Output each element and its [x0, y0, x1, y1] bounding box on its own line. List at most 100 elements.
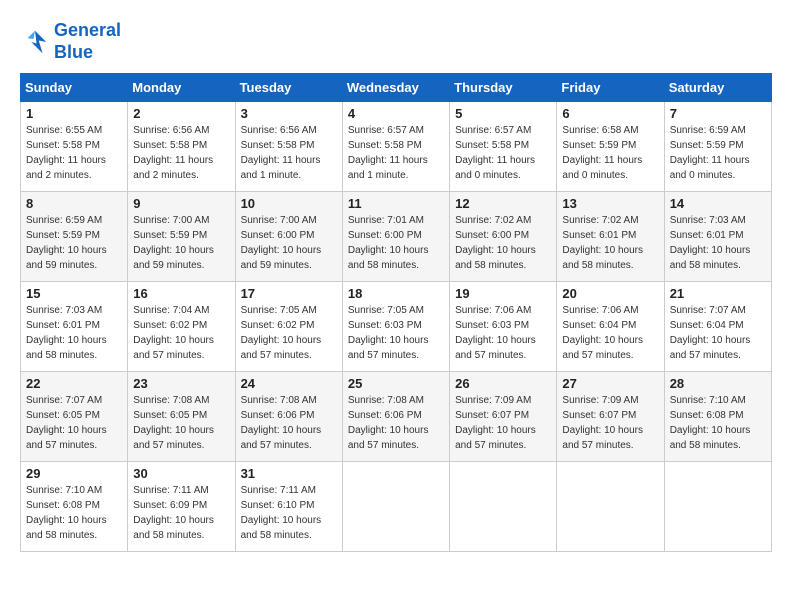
weekday-header: Wednesday: [342, 74, 449, 102]
day-number: 26: [455, 376, 551, 391]
calendar-day-cell: 31 Sunrise: 7:11 AM Sunset: 6:10 PM Dayl…: [235, 462, 342, 552]
calendar-day-cell: 12 Sunrise: 7:02 AM Sunset: 6:00 PM Dayl…: [450, 192, 557, 282]
calendar-day-cell: 13 Sunrise: 7:02 AM Sunset: 6:01 PM Dayl…: [557, 192, 664, 282]
calendar-day-cell: 3 Sunrise: 6:56 AM Sunset: 5:58 PM Dayli…: [235, 102, 342, 192]
calendar-day-cell: 14 Sunrise: 7:03 AM Sunset: 6:01 PM Dayl…: [664, 192, 771, 282]
day-number: 16: [133, 286, 229, 301]
weekday-header: Thursday: [450, 74, 557, 102]
calendar-day-cell: 4 Sunrise: 6:57 AM Sunset: 5:58 PM Dayli…: [342, 102, 449, 192]
day-info: Sunrise: 6:59 AM Sunset: 5:59 PM Dayligh…: [670, 123, 766, 183]
page-header: General Blue: [20, 20, 772, 63]
day-info: Sunrise: 6:59 AM Sunset: 5:59 PM Dayligh…: [26, 213, 122, 273]
calendar-day-cell: 9 Sunrise: 7:00 AM Sunset: 5:59 PM Dayli…: [128, 192, 235, 282]
weekday-header: Monday: [128, 74, 235, 102]
day-info: Sunrise: 6:58 AM Sunset: 5:59 PM Dayligh…: [562, 123, 658, 183]
day-info: Sunrise: 7:03 AM Sunset: 6:01 PM Dayligh…: [670, 213, 766, 273]
calendar-header-row: SundayMondayTuesdayWednesdayThursdayFrid…: [21, 74, 772, 102]
day-info: Sunrise: 7:07 AM Sunset: 6:04 PM Dayligh…: [670, 303, 766, 363]
weekday-header: Friday: [557, 74, 664, 102]
day-info: Sunrise: 7:00 AM Sunset: 5:59 PM Dayligh…: [133, 213, 229, 273]
day-info: Sunrise: 7:05 AM Sunset: 6:03 PM Dayligh…: [348, 303, 444, 363]
day-number: 31: [241, 466, 337, 481]
day-info: Sunrise: 7:08 AM Sunset: 6:05 PM Dayligh…: [133, 393, 229, 453]
day-info: Sunrise: 7:06 AM Sunset: 6:04 PM Dayligh…: [562, 303, 658, 363]
day-info: Sunrise: 7:01 AM Sunset: 6:00 PM Dayligh…: [348, 213, 444, 273]
calendar-week-row: 15 Sunrise: 7:03 AM Sunset: 6:01 PM Dayl…: [21, 282, 772, 372]
day-number: 30: [133, 466, 229, 481]
calendar-day-cell: 8 Sunrise: 6:59 AM Sunset: 5:59 PM Dayli…: [21, 192, 128, 282]
day-info: Sunrise: 7:06 AM Sunset: 6:03 PM Dayligh…: [455, 303, 551, 363]
empty-cell: [557, 462, 664, 552]
day-number: 5: [455, 106, 551, 121]
weekday-header: Sunday: [21, 74, 128, 102]
calendar-day-cell: 24 Sunrise: 7:08 AM Sunset: 6:06 PM Dayl…: [235, 372, 342, 462]
day-info: Sunrise: 7:00 AM Sunset: 6:00 PM Dayligh…: [241, 213, 337, 273]
day-number: 18: [348, 286, 444, 301]
calendar-day-cell: 20 Sunrise: 7:06 AM Sunset: 6:04 PM Dayl…: [557, 282, 664, 372]
day-info: Sunrise: 7:09 AM Sunset: 6:07 PM Dayligh…: [455, 393, 551, 453]
calendar-day-cell: 21 Sunrise: 7:07 AM Sunset: 6:04 PM Dayl…: [664, 282, 771, 372]
calendar-day-cell: 2 Sunrise: 6:56 AM Sunset: 5:58 PM Dayli…: [128, 102, 235, 192]
day-number: 24: [241, 376, 337, 391]
day-number: 12: [455, 196, 551, 211]
day-info: Sunrise: 7:03 AM Sunset: 6:01 PM Dayligh…: [26, 303, 122, 363]
empty-cell: [342, 462, 449, 552]
empty-cell: [664, 462, 771, 552]
day-info: Sunrise: 7:02 AM Sunset: 6:01 PM Dayligh…: [562, 213, 658, 273]
day-info: Sunrise: 7:09 AM Sunset: 6:07 PM Dayligh…: [562, 393, 658, 453]
calendar-day-cell: 28 Sunrise: 7:10 AM Sunset: 6:08 PM Dayl…: [664, 372, 771, 462]
day-number: 21: [670, 286, 766, 301]
day-info: Sunrise: 7:02 AM Sunset: 6:00 PM Dayligh…: [455, 213, 551, 273]
calendar-day-cell: 23 Sunrise: 7:08 AM Sunset: 6:05 PM Dayl…: [128, 372, 235, 462]
calendar-day-cell: 19 Sunrise: 7:06 AM Sunset: 6:03 PM Dayl…: [450, 282, 557, 372]
calendar-table: SundayMondayTuesdayWednesdayThursdayFrid…: [20, 73, 772, 552]
calendar-day-cell: 15 Sunrise: 7:03 AM Sunset: 6:01 PM Dayl…: [21, 282, 128, 372]
day-number: 9: [133, 196, 229, 211]
calendar-day-cell: 29 Sunrise: 7:10 AM Sunset: 6:08 PM Dayl…: [21, 462, 128, 552]
day-info: Sunrise: 7:07 AM Sunset: 6:05 PM Dayligh…: [26, 393, 122, 453]
day-number: 20: [562, 286, 658, 301]
day-info: Sunrise: 7:10 AM Sunset: 6:08 PM Dayligh…: [26, 483, 122, 543]
day-number: 17: [241, 286, 337, 301]
calendar-day-cell: 18 Sunrise: 7:05 AM Sunset: 6:03 PM Dayl…: [342, 282, 449, 372]
day-number: 14: [670, 196, 766, 211]
calendar-day-cell: 7 Sunrise: 6:59 AM Sunset: 5:59 PM Dayli…: [664, 102, 771, 192]
calendar-week-row: 1 Sunrise: 6:55 AM Sunset: 5:58 PM Dayli…: [21, 102, 772, 192]
day-number: 3: [241, 106, 337, 121]
day-number: 1: [26, 106, 122, 121]
day-number: 28: [670, 376, 766, 391]
weekday-header: Tuesday: [235, 74, 342, 102]
day-info: Sunrise: 6:57 AM Sunset: 5:58 PM Dayligh…: [348, 123, 444, 183]
day-number: 4: [348, 106, 444, 121]
day-number: 25: [348, 376, 444, 391]
day-number: 6: [562, 106, 658, 121]
empty-cell: [450, 462, 557, 552]
day-number: 7: [670, 106, 766, 121]
weekday-header: Saturday: [664, 74, 771, 102]
calendar-day-cell: 11 Sunrise: 7:01 AM Sunset: 6:00 PM Dayl…: [342, 192, 449, 282]
day-number: 10: [241, 196, 337, 211]
day-number: 29: [26, 466, 122, 481]
logo-icon: [20, 27, 50, 57]
day-info: Sunrise: 7:08 AM Sunset: 6:06 PM Dayligh…: [348, 393, 444, 453]
calendar-day-cell: 5 Sunrise: 6:57 AM Sunset: 5:58 PM Dayli…: [450, 102, 557, 192]
calendar-week-row: 29 Sunrise: 7:10 AM Sunset: 6:08 PM Dayl…: [21, 462, 772, 552]
day-info: Sunrise: 6:55 AM Sunset: 5:58 PM Dayligh…: [26, 123, 122, 183]
calendar-week-row: 8 Sunrise: 6:59 AM Sunset: 5:59 PM Dayli…: [21, 192, 772, 282]
day-number: 8: [26, 196, 122, 211]
day-info: Sunrise: 6:56 AM Sunset: 5:58 PM Dayligh…: [133, 123, 229, 183]
day-number: 23: [133, 376, 229, 391]
day-info: Sunrise: 7:11 AM Sunset: 6:10 PM Dayligh…: [241, 483, 337, 543]
day-info: Sunrise: 7:10 AM Sunset: 6:08 PM Dayligh…: [670, 393, 766, 453]
day-number: 22: [26, 376, 122, 391]
day-number: 2: [133, 106, 229, 121]
calendar-day-cell: 26 Sunrise: 7:09 AM Sunset: 6:07 PM Dayl…: [450, 372, 557, 462]
calendar-week-row: 22 Sunrise: 7:07 AM Sunset: 6:05 PM Dayl…: [21, 372, 772, 462]
day-info: Sunrise: 6:57 AM Sunset: 5:58 PM Dayligh…: [455, 123, 551, 183]
day-info: Sunrise: 7:04 AM Sunset: 6:02 PM Dayligh…: [133, 303, 229, 363]
calendar-day-cell: 22 Sunrise: 7:07 AM Sunset: 6:05 PM Dayl…: [21, 372, 128, 462]
calendar-day-cell: 27 Sunrise: 7:09 AM Sunset: 6:07 PM Dayl…: [557, 372, 664, 462]
calendar-day-cell: 10 Sunrise: 7:00 AM Sunset: 6:00 PM Dayl…: [235, 192, 342, 282]
day-number: 15: [26, 286, 122, 301]
calendar-day-cell: 25 Sunrise: 7:08 AM Sunset: 6:06 PM Dayl…: [342, 372, 449, 462]
